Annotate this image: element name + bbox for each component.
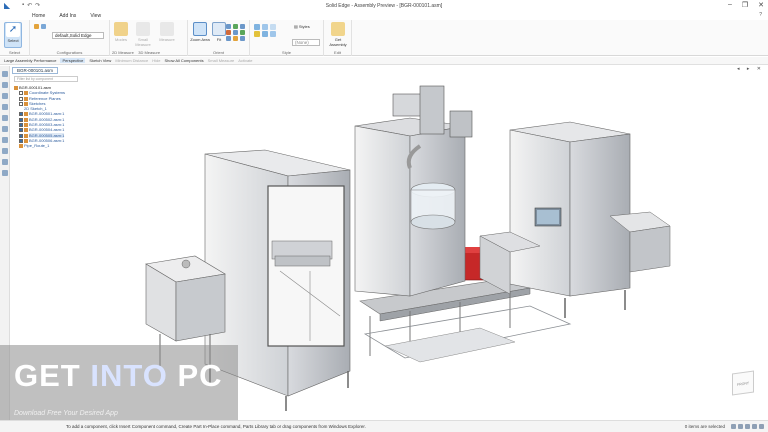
cmd-activate[interactable]: Activate	[238, 58, 252, 63]
window-controls: – ❐ ✕	[728, 1, 764, 9]
minimize-button[interactable]: –	[728, 1, 732, 9]
cmd-hide[interactable]: Hide	[152, 58, 160, 63]
get-assembly-icon	[331, 22, 345, 36]
modes-icon	[114, 22, 128, 36]
get-assembly-button[interactable]: Get Assembly	[326, 22, 350, 47]
rotate-view-icon[interactable]	[752, 424, 757, 429]
window-title: Solid Edge - Assembly Preview - [BGR-000…	[325, 3, 443, 9]
ribbon-group-orient: Zoom Area Fit Orient	[188, 20, 250, 56]
fit-view-icon[interactable]	[731, 424, 736, 429]
zoom-view-icon[interactable]	[738, 424, 743, 429]
menu-bar: Home Add Ins View ?	[0, 11, 768, 20]
small-measure-button[interactable]: Small Measure	[130, 22, 156, 47]
shaded-edges-icon[interactable]	[262, 24, 268, 30]
view-small-icons	[226, 24, 246, 41]
previous-view-icon[interactable]	[240, 30, 245, 35]
view-style-icon[interactable]	[759, 424, 764, 429]
layers-icon[interactable]	[1, 82, 8, 88]
cmd-perspective[interactable]: Perspective	[60, 58, 86, 63]
status-right: 0 items are selected	[685, 424, 764, 429]
parts-library-icon[interactable]	[1, 115, 8, 121]
select-button[interactable]: ➚ Select	[4, 22, 22, 48]
select-group-label: Select	[8, 50, 21, 55]
zoom-area-button[interactable]: Zoom Area	[190, 22, 210, 42]
features-icon[interactable]	[1, 126, 8, 132]
spin-icon[interactable]	[226, 30, 231, 35]
filling-tower[interactable]	[354, 85, 473, 297]
right-cabinet[interactable]	[479, 121, 671, 318]
cmd-minimum-distance[interactable]: Minimum Distance	[115, 58, 148, 63]
saved-views-icon[interactable]	[233, 36, 238, 41]
title-bar: ◣ ▪ ↶ ↷ Solid Edge - Assembly Preview - …	[0, 0, 768, 11]
style-combo[interactable]: (None)	[292, 39, 320, 46]
menu-view[interactable]: View	[90, 13, 101, 19]
zoom-icon[interactable]	[240, 24, 245, 29]
status-bar: To add a component, click Insert Compone…	[0, 420, 768, 432]
selection-count: 0 items are selected	[684, 424, 725, 429]
notes-icon[interactable]	[1, 148, 8, 154]
orient-icon[interactable]	[240, 36, 245, 41]
styles-button[interactable]: ▤ Styles	[294, 24, 310, 29]
maximize-button[interactable]: ❐	[742, 1, 748, 9]
status-icons	[731, 424, 764, 429]
ribbon-group-measure: Modes Small Measure Measure 2D Measure 3…	[110, 20, 188, 56]
ribbon: ➚ Select Select default,Solid Edge Confi…	[0, 20, 768, 56]
ruler-icon	[136, 22, 150, 36]
sensors-icon[interactable]	[1, 93, 8, 99]
measure-button[interactable]: Measure	[154, 22, 180, 42]
select-tools-icon[interactable]	[1, 104, 8, 110]
configurations-group-label: Configurations	[56, 50, 83, 55]
modes-button[interactable]: Modes	[112, 22, 130, 42]
watermark-logo: GET INTO PC	[14, 358, 223, 393]
edit-group-label: Edit	[334, 50, 341, 55]
status-prompt: To add a component, click Insert Compone…	[66, 424, 366, 429]
cmd-sketch-view[interactable]: Sketch View	[89, 58, 111, 63]
cursor-arrow-icon: ➚	[6, 23, 20, 37]
measure-icon	[160, 22, 174, 36]
shaded-icon[interactable]	[254, 24, 260, 30]
zoom-area-icon	[193, 22, 207, 36]
help-panel-icon[interactable]	[1, 170, 8, 176]
rotate-icon[interactable]	[226, 24, 231, 29]
ribbon-group-style: ▤ Styles (None) Style	[250, 20, 324, 56]
config-save-icon[interactable]	[34, 24, 39, 29]
search-icon[interactable]	[1, 159, 8, 165]
fit-icon	[212, 22, 226, 36]
wireframe-icon[interactable]	[270, 24, 276, 30]
display-icon[interactable]	[1, 137, 8, 143]
color-icon[interactable]	[254, 31, 260, 37]
orient-group-label: Orient	[213, 50, 224, 55]
ribbon-group-edit: Get Assembly Edit	[324, 20, 352, 56]
help-icon[interactable]: ?	[759, 12, 762, 18]
cmd-large-assembly-performance[interactable]: Large Assembly Performance	[4, 58, 56, 63]
pan-view-icon[interactable]	[745, 424, 750, 429]
reflection-icon[interactable]	[270, 31, 276, 37]
view-cube[interactable]: FRONT	[732, 370, 754, 396]
style-small-icons	[254, 24, 277, 37]
measure-group-label: 2D Measure 3D Measure	[112, 50, 161, 55]
ribbon-group-select: ➚ Select Select	[0, 20, 30, 56]
pathfinder-icon[interactable]	[1, 71, 8, 77]
view-cube-icon[interactable]	[226, 36, 231, 41]
shadow-icon[interactable]	[262, 31, 268, 37]
close-button[interactable]: ✕	[758, 1, 764, 9]
menu-home[interactable]: Home	[32, 13, 45, 19]
configuration-combo[interactable]: default,Solid Edge	[52, 32, 104, 39]
config-small-icons	[34, 24, 47, 29]
ribbon-group-configurations: default,Solid Edge Configurations	[30, 20, 110, 56]
command-bar: Large Assembly Performance Perspective Ske…	[0, 57, 768, 65]
watermark-tagline: Download Free Your Desired App	[14, 410, 118, 417]
look-at-icon[interactable]	[233, 30, 238, 35]
style-group-label: Style	[282, 50, 291, 55]
menu-add-ins[interactable]: Add Ins	[59, 13, 76, 19]
cmd-small-measure[interactable]: Small Measure	[208, 58, 235, 63]
pan-icon[interactable]	[233, 24, 238, 29]
cmd-show-all-components[interactable]: Show All Components	[164, 58, 203, 63]
config-load-icon[interactable]	[41, 24, 46, 29]
